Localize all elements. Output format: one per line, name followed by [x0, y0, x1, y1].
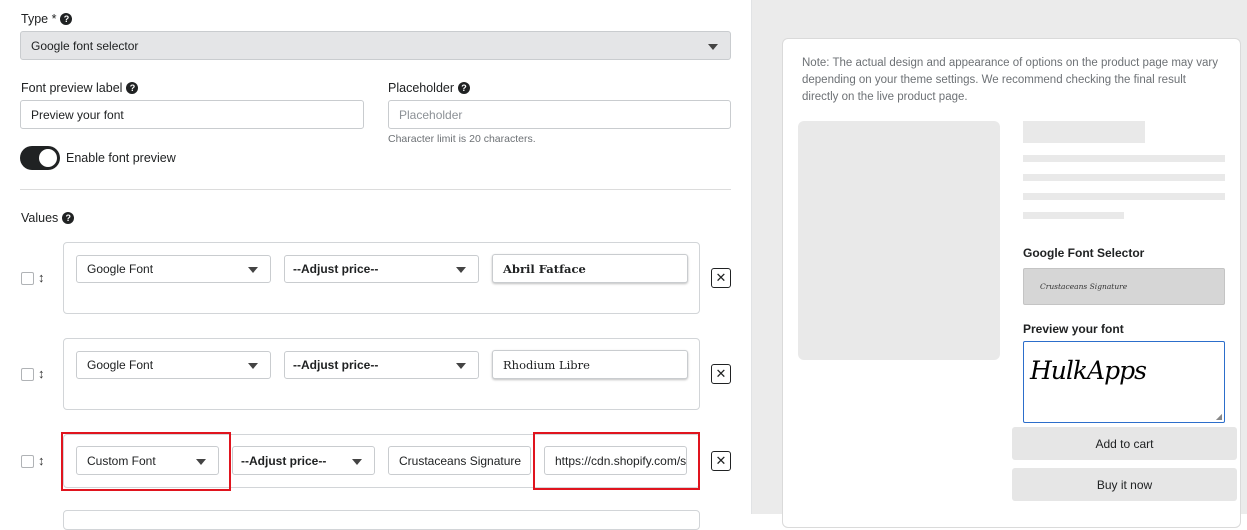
help-icon[interactable]: ? [60, 13, 73, 25]
font-preview-textarea[interactable]: HulkApps ◢ [1023, 341, 1225, 423]
font-type-value: Google Font [87, 262, 154, 276]
help-icon[interactable]: ? [458, 82, 471, 94]
font-selector-title: Google Font Selector [1023, 246, 1145, 260]
help-icon[interactable]: ? [126, 82, 139, 94]
caret-down-icon [248, 267, 258, 273]
resize-handle-icon[interactable]: ◢ [1216, 412, 1222, 421]
font-type-value: Google Font [87, 358, 154, 372]
adjust-price-select[interactable]: --Adjust price-- [232, 446, 375, 475]
placeholder-input[interactable]: Placeholder [388, 100, 731, 129]
buy-now-button[interactable]: Buy it now [1012, 468, 1237, 501]
option-settings-panel: Type *? Google font selector Font previe… [0, 0, 752, 530]
font-name-value: Abril Fatface [503, 261, 586, 276]
value-row [63, 510, 700, 530]
adjust-price-select[interactable]: --Adjust price-- [284, 255, 479, 283]
caret-down-icon [456, 267, 466, 273]
close-icon[interactable]: ✕ [711, 268, 731, 288]
drag-handle-icon[interactable]: ↕ [38, 271, 45, 284]
font-selector-value: Crustaceans Signature [1040, 282, 1128, 291]
value-row-checkbox[interactable] [21, 455, 34, 468]
font-preview-label-value: Preview your font [31, 107, 124, 122]
enable-preview-toggle[interactable] [20, 146, 60, 170]
product-image-placeholder [798, 121, 1000, 360]
preview-note: Note: The actual design and appearance o… [802, 57, 1218, 103]
value-row-checkbox[interactable] [21, 272, 34, 285]
value-row-checkbox[interactable] [21, 368, 34, 381]
font-selector-dropdown[interactable]: Crustaceans Signature [1023, 268, 1225, 305]
text-placeholder-line [1023, 174, 1225, 181]
adjust-price-select[interactable]: --Adjust price-- [284, 351, 479, 379]
highlight-box [61, 432, 231, 491]
caret-down-icon [708, 44, 718, 50]
add-to-cart-label: Add to cart [1095, 436, 1154, 451]
text-placeholder-line [1023, 155, 1225, 162]
buy-now-label: Buy it now [1096, 477, 1153, 492]
font-name-value: Crustaceans Signature [399, 453, 522, 468]
text-placeholder-line [1023, 212, 1124, 219]
font-name-input[interactable]: Rhodium Libre [492, 350, 688, 379]
adjust-price-value: --Adjust price-- [293, 358, 379, 372]
font-preview-label-label: Font preview label? [21, 81, 139, 95]
toggle-knob [39, 149, 57, 167]
font-preview-text: HulkApps [1030, 356, 1147, 385]
product-title-placeholder [1023, 121, 1145, 143]
font-name-input[interactable]: Crustaceans Signature [388, 446, 531, 475]
adjust-price-value: --Adjust price-- [241, 453, 327, 468]
placeholder-label: Placeholder? [388, 81, 471, 95]
close-icon[interactable]: ✕ [711, 451, 731, 471]
highlight-box [533, 432, 700, 490]
caret-down-icon [248, 363, 258, 369]
placeholder-text: Placeholder [399, 107, 463, 122]
caret-down-icon [352, 459, 362, 465]
preview-your-font-title: Preview your font [1023, 322, 1124, 336]
add-to-cart-button[interactable]: Add to cart [1012, 427, 1237, 460]
text-placeholder-line [1023, 193, 1225, 200]
enable-preview-label: Enable font preview [66, 151, 176, 165]
adjust-price-value: --Adjust price-- [293, 262, 379, 276]
help-icon[interactable]: ? [62, 212, 75, 224]
char-limit-hint: Character limit is 20 characters. [388, 133, 536, 145]
type-label: Type *? [21, 12, 73, 26]
values-label: Values? [21, 211, 75, 225]
caret-down-icon [456, 363, 466, 369]
close-icon[interactable]: ✕ [711, 364, 731, 384]
font-type-select[interactable]: Google Font [76, 255, 271, 283]
font-name-input[interactable]: Abril Fatface [492, 254, 688, 283]
font-type-select[interactable]: Google Font [76, 351, 271, 379]
divider [20, 189, 731, 190]
type-select[interactable]: Google font selector [20, 31, 731, 60]
drag-handle-icon[interactable]: ↕ [38, 367, 45, 380]
product-preview-card: Note: The actual design and appearance o… [782, 38, 1241, 528]
font-preview-label-input[interactable]: Preview your font [20, 100, 364, 129]
font-name-value: Rhodium Libre [503, 357, 590, 372]
type-select-value: Google font selector [31, 38, 139, 53]
drag-handle-icon[interactable]: ↕ [38, 454, 45, 467]
